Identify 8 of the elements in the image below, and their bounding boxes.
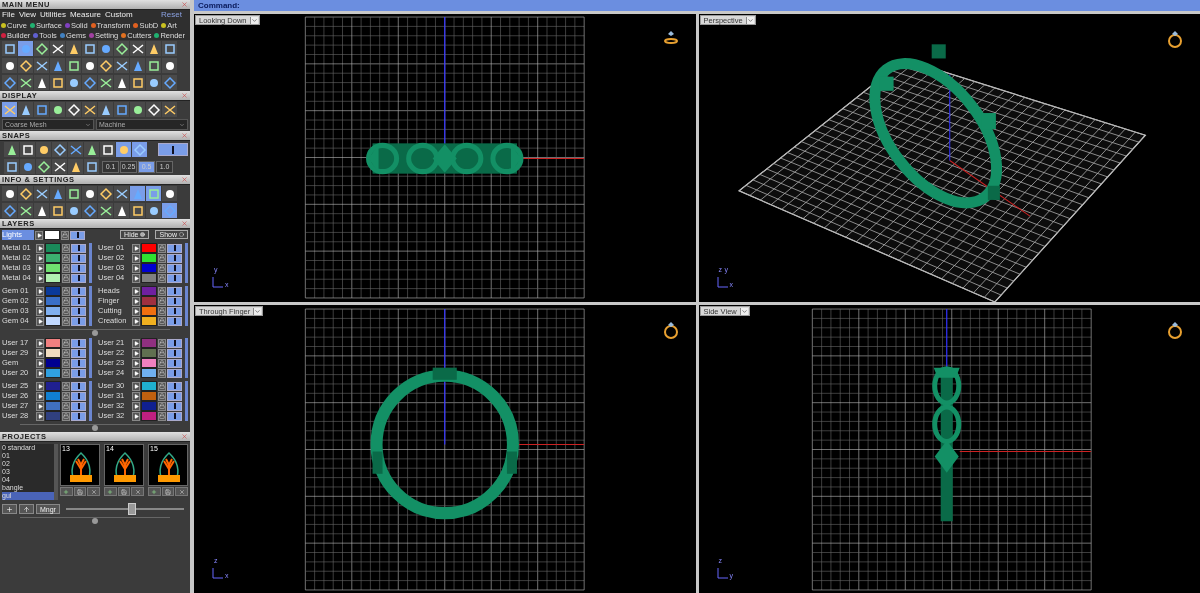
menu-item[interactable]: Custom	[105, 10, 133, 20]
menu-item[interactable]: View	[18, 10, 37, 20]
menu-item[interactable]: File	[2, 10, 15, 20]
command-label: Command:	[198, 1, 240, 10]
menu-item[interactable]: Measure	[69, 10, 101, 20]
menu-item[interactable]: Utilities	[40, 10, 66, 20]
reset-link[interactable]: Reset	[161, 10, 188, 20]
command-bar[interactable]: Command:	[194, 0, 1200, 11]
